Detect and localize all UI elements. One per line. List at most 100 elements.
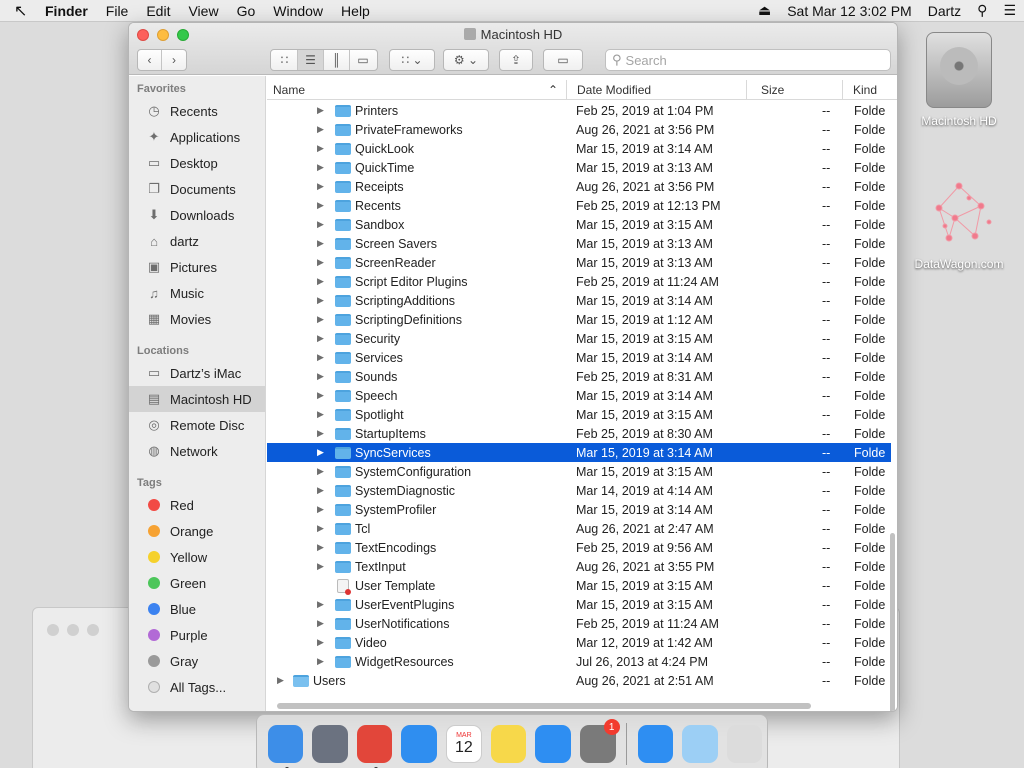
sidebar-tag-orange[interactable]: Orange (129, 518, 265, 544)
disclosure-triangle-icon[interactable]: ▶ (317, 504, 327, 515)
disclosure-triangle-icon[interactable]: ▶ (317, 238, 327, 249)
notes-icon[interactable] (490, 725, 527, 763)
search-field[interactable]: ⚲ (605, 49, 891, 71)
table-row[interactable]: ▶ WidgetResources Jul 26, 2013 at 4:24 PM -… (267, 652, 891, 671)
control-center-icon[interactable]: ☰ (995, 2, 1024, 19)
disclosure-triangle-icon[interactable]: ▶ (317, 447, 327, 458)
sidebar-item-downloads[interactable]: ⬇ Downloads (129, 202, 265, 228)
disclosure-triangle-icon[interactable]: ▶ (317, 257, 327, 268)
disclosure-triangle-icon[interactable]: ▶ (317, 409, 327, 420)
sidebar-tag-alltags[interactable]: All Tags... (129, 674, 265, 700)
title-bar[interactable]: Macintosh HD ‹ › ∷ ☰ ║ ▭ ∷ ⌄ ⚙ ⌄ ⇪ ▭ ⚲ (129, 23, 897, 75)
table-row[interactable]: ▶ ScreenReader Mar 15, 2019 at 3:13 AM -- Fo… (267, 253, 891, 272)
disclosure-triangle-icon[interactable]: ▶ (317, 219, 327, 230)
action-button[interactable]: ⚙ ⌄ (443, 49, 489, 71)
table-row[interactable]: ▶ Speech Mar 15, 2019 at 3:14 AM -- Folde (267, 386, 891, 405)
table-row[interactable]: ▶ Spotlight Mar 15, 2019 at 3:15 AM -- Folde (267, 405, 891, 424)
zoom-icon[interactable] (87, 624, 99, 636)
disclosure-triangle-icon[interactable]: ▶ (317, 599, 327, 610)
menu-go[interactable]: Go (228, 3, 265, 19)
table-row[interactable]: ▶ Screen Savers Mar 15, 2019 at 3:13 AM -- F… (267, 234, 891, 253)
disclosure-triangle-icon[interactable]: ▶ (317, 295, 327, 306)
menu-help[interactable]: Help (332, 3, 379, 19)
sidebar-item-network[interactable]: ◍ Network (129, 438, 265, 464)
table-row[interactable]: ▶ SystemConfiguration Mar 15, 2019 at 3:15… (267, 462, 891, 481)
app-store-icon[interactable] (535, 725, 571, 763)
sidebar-item-imac[interactable]: ▭ Dartz’s iMac (129, 360, 265, 386)
disclosure-triangle-icon[interactable]: ▶ (317, 162, 327, 173)
table-row[interactable]: ▶ Users Aug 26, 2021 at 2:51 AM -- Folde (267, 671, 891, 690)
disclosure-triangle-icon[interactable]: ▶ (317, 143, 327, 154)
table-row[interactable]: ▶ Sounds Feb 25, 2019 at 8:31 AM -- Folde (267, 367, 891, 386)
disclosure-triangle-icon[interactable]: ▶ (317, 105, 327, 116)
disclosure-triangle-icon[interactable]: ▶ (317, 371, 327, 382)
list-view-icon[interactable]: ☰ (298, 50, 324, 70)
sidebar-item-movies[interactable]: ▦ Movies (129, 306, 265, 332)
table-row[interactable]: ▶ ScriptingAdditions Mar 15, 2019 at 3:14 … (267, 291, 891, 310)
desktop-icon-datawagon[interactable]: DataWagon.com (904, 178, 1014, 271)
sidebar-item-macintosh-hd[interactable]: ▤ Macintosh HD (129, 386, 265, 412)
gallery-view-icon[interactable]: ▭ (350, 50, 376, 70)
sidebar-item-pictures[interactable]: ▣ Pictures (129, 254, 265, 280)
menu-file[interactable]: File (97, 3, 138, 19)
desktop-icon-macintosh-hd[interactable]: Macintosh HD (904, 32, 1014, 128)
disclosure-triangle-icon[interactable]: ▶ (317, 352, 327, 363)
menu-view[interactable]: View (179, 3, 227, 19)
finder-icon[interactable] (267, 725, 304, 768)
menubar-user[interactable]: Dartz (920, 3, 969, 19)
disclosure-triangle-icon[interactable]: ▶ (277, 675, 287, 686)
column-header-name[interactable]: Name ⌃ (267, 80, 567, 99)
column-header-size[interactable]: Size (747, 80, 843, 99)
forward-button[interactable]: › (162, 50, 186, 70)
table-row[interactable]: ▶ StartupItems Feb 25, 2019 at 8:30 AM -- Fo… (267, 424, 891, 443)
sidebar-tag-red[interactable]: Red (129, 492, 265, 518)
table-row[interactable]: ▶ Security Mar 15, 2019 at 3:15 AM -- Folde (267, 329, 891, 348)
gear-icon[interactable]: 1 (580, 719, 620, 763)
table-row[interactable]: ▶ SystemProfiler Mar 15, 2019 at 3:14 AM --… (267, 500, 891, 519)
disclosure-triangle-icon[interactable]: ▶ (317, 181, 327, 192)
downloads-folder-icon[interactable] (682, 725, 718, 763)
group-by-button[interactable]: ∷ ⌄ (389, 49, 435, 71)
sidebar-item-music[interactable]: ♫ Music (129, 280, 265, 306)
sidebar-item-recents[interactable]: ◷ Recents (129, 98, 265, 124)
table-row[interactable]: ▶ SyncServices Mar 15, 2019 at 3:14 AM -- Fo… (267, 443, 891, 462)
close-icon[interactable] (47, 624, 59, 636)
disclosure-triangle-icon[interactable]: ▶ (317, 390, 327, 401)
menu-window[interactable]: Window (264, 3, 332, 19)
disclosure-triangle-icon[interactable]: ▶ (317, 656, 327, 667)
spotlight-search-icon[interactable]: ⚲ (969, 2, 995, 19)
table-row[interactable]: ▶ SystemDiagnostic Mar 14, 2019 at 4:14 AM… (267, 481, 891, 500)
icon-view-icon[interactable]: ∷ (272, 50, 298, 70)
table-row[interactable]: ▶ TextInput Aug 26, 2021 at 3:55 PM -- Folde (267, 557, 891, 576)
sidebar-tag-gray[interactable]: Gray (129, 648, 265, 674)
minimize-icon[interactable] (67, 624, 79, 636)
disclosure-triangle-icon[interactable]: ▶ (317, 333, 327, 344)
disclosure-triangle-icon[interactable]: ▶ (317, 618, 327, 629)
disclosure-triangle-icon[interactable]: ▶ (317, 200, 327, 211)
sidebar-item-remote-disc[interactable]: ◎ Remote Disc (129, 412, 265, 438)
search-input[interactable] (625, 52, 866, 68)
menu-app-name[interactable]: Finder (36, 3, 97, 19)
table-row[interactable]: ▶ Sandbox Mar 15, 2019 at 3:15 AM -- Folde (267, 215, 891, 234)
table-row[interactable]: ▶ UserEventPlugins Mar 15, 2019 at 3:15 AM… (267, 595, 891, 614)
sidebar-tag-yellow[interactable]: Yellow (129, 544, 265, 570)
sidebar-tag-green[interactable]: Green (129, 570, 265, 596)
disclosure-triangle-icon[interactable]: ▶ (317, 523, 327, 534)
sidebar-item-documents[interactable]: ❐ Documents (129, 176, 265, 202)
share-button[interactable]: ⇪ (499, 49, 533, 71)
table-row[interactable]: ▶ Recents Feb 25, 2019 at 12:13 PM -- Folde (267, 196, 891, 215)
table-row[interactable]: ▶ Services Mar 15, 2019 at 3:14 AM -- Folde (267, 348, 891, 367)
launchpad-icon[interactable] (312, 725, 348, 763)
column-header-date[interactable]: Date Modified (567, 80, 747, 99)
table-row[interactable]: ▶ Tcl Aug 26, 2021 at 2:47 AM -- Folde (267, 519, 891, 538)
table-row[interactable]: ▶ Receipts Aug 26, 2021 at 3:56 PM -- Folde (267, 177, 891, 196)
disclosure-triangle-icon[interactable]: ▶ (317, 637, 327, 648)
table-row[interactable]: ▶ QuickLook Mar 15, 2019 at 3:14 AM -- Folde (267, 139, 891, 158)
menubar-clock[interactable]: Sat Mar 12 3:02 PM (779, 3, 920, 19)
disclosure-triangle-icon[interactable]: ▶ (317, 485, 327, 496)
sidebar-tag-purple[interactable]: Purple (129, 622, 265, 648)
horizontal-scrollbar[interactable] (277, 703, 811, 709)
disclosure-triangle-icon[interactable]: ▶ (317, 466, 327, 477)
calendar-icon[interactable]: MAR 12 (446, 725, 482, 763)
vertical-scrollbar[interactable] (890, 533, 895, 711)
